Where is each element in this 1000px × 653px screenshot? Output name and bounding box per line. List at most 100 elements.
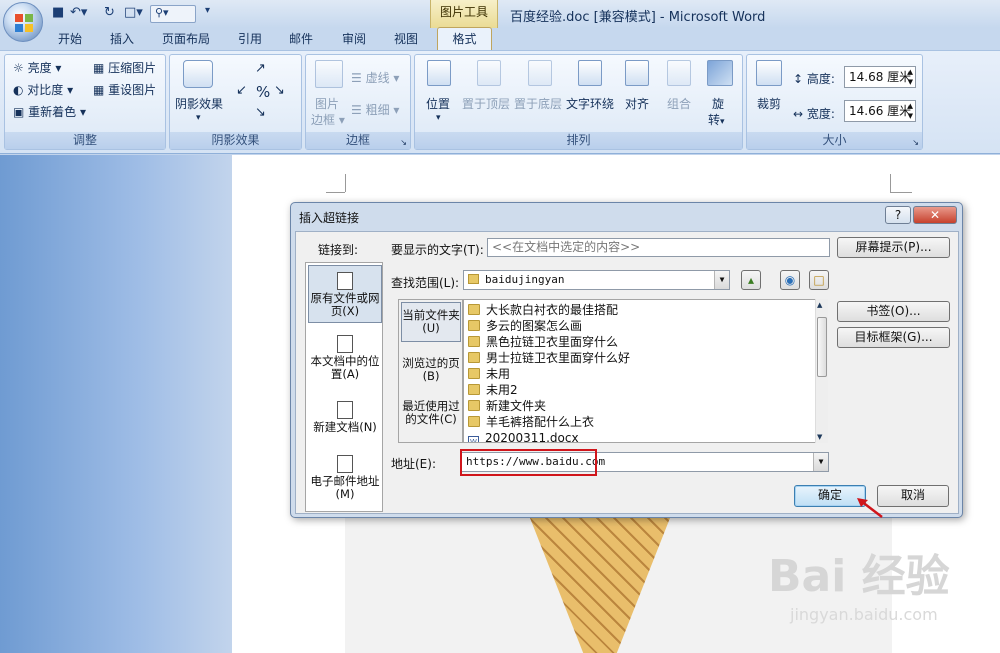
annotation-arrow-icon — [857, 498, 883, 518]
up-one-folder-icon[interactable]: ▴ — [741, 270, 761, 290]
crop-icon[interactable] — [756, 60, 782, 86]
screen-tip-button[interactable]: 屏幕提示(P)... — [837, 237, 950, 258]
redo-icon[interactable]: ↻ — [104, 5, 115, 23]
tab-mailings[interactable]: 邮件 — [289, 30, 313, 50]
dialog-launcher-icon[interactable]: ↘ — [400, 138, 407, 147]
recent-files-button[interactable]: 最近使用过的文件(C) — [401, 400, 461, 426]
address-dropdown-icon[interactable]: ▼ — [813, 453, 828, 471]
tab-row — [0, 28, 1000, 50]
list-item[interactable]: 多云的图案怎么画 — [468, 318, 582, 334]
crop-button[interactable]: 裁剪 — [757, 95, 781, 112]
scroll-down-icon[interactable]: ▼ — [817, 433, 822, 441]
text-to-display-field[interactable]: <<在文档中选定的内容>> — [487, 238, 830, 257]
tab-format[interactable]: 格式 — [437, 27, 492, 51]
list-item[interactable]: 黑色拉链卫衣里面穿什么 — [468, 334, 618, 350]
reset-picture-button[interactable]: ▦ 重设图片 — [93, 81, 156, 98]
bring-to-front-button[interactable]: 置于顶层 — [462, 95, 510, 112]
list-item[interactable]: 新建文件夹 — [468, 398, 546, 414]
group-label-shadow: 阴影效果 — [170, 132, 301, 149]
look-in-dropdown-icon[interactable]: ▼ — [714, 271, 729, 289]
height-field[interactable]: 14.68 厘米 ▲ ▼ — [844, 66, 916, 88]
compress-pictures-button[interactable]: ▦ 压缩图片 — [93, 59, 156, 76]
save-icon[interactable]: ■ — [52, 5, 64, 23]
list-item[interactable]: 大长款白衬衣的最佳搭配 — [468, 302, 618, 318]
text-wrapping-icon[interactable] — [578, 60, 602, 86]
picture-border-button[interactable]: 边框 ▾ — [311, 111, 345, 128]
tab-insert[interactable]: 插入 — [110, 30, 134, 50]
picture-border-icon[interactable] — [315, 60, 343, 88]
link-to-place-in-document[interactable]: 本文档中的位置(A) — [308, 335, 382, 381]
tab-references[interactable]: 引用 — [238, 30, 262, 50]
browsed-pages-button[interactable]: 浏览过的页(B) — [401, 357, 461, 383]
nudge-left-icon[interactable]: ↙ — [236, 83, 247, 98]
email-address-icon — [337, 455, 353, 473]
new-document-icon — [337, 401, 353, 419]
recolor-button[interactable]: ▣ 重新着色 ▾ — [13, 103, 86, 120]
bookmark-button[interactable]: 书签(O)... — [837, 301, 950, 322]
shadow-effects-dropdown-icon[interactable]: ▾ — [196, 113, 201, 123]
cancel-button[interactable]: 取消 — [877, 485, 949, 507]
browse-web-icon[interactable]: ◉ — [780, 270, 800, 290]
scroll-up-icon[interactable]: ▲ — [817, 301, 822, 309]
scroll-thumb[interactable] — [817, 317, 827, 377]
new-doc-icon[interactable]: □▾ — [124, 5, 143, 23]
brightness-button[interactable]: ☼ 亮度 ▾ — [13, 59, 61, 76]
shadow-toggle-icon[interactable]: % — [256, 83, 270, 101]
file-list-scrollbar[interactable]: ▲ ▼ — [815, 299, 828, 443]
current-folder-button[interactable]: 当前文件夹(U) — [401, 302, 461, 342]
shadow-effects-icon[interactable] — [183, 60, 213, 88]
link-to-label: 链接到: — [318, 243, 359, 257]
link-to-existing-file[interactable]: 原有文件或网页(X) — [308, 265, 382, 323]
contrast-button[interactable]: ◐ 对比度 ▾ — [13, 81, 73, 98]
list-item[interactable]: W 20200311.docx — [468, 430, 579, 442]
nudge-down-icon[interactable]: ↘ — [255, 105, 266, 120]
list-item[interactable]: 男士拉链卫衣里面穿什么好 — [468, 350, 630, 366]
width-spinner-icon[interactable]: ▲ ▼ — [908, 101, 913, 121]
nudge-up-icon[interactable]: ↗ — [255, 61, 266, 76]
dashes-button[interactable]: ☰ 虚线 ▾ — [351, 69, 399, 86]
tab-page-layout[interactable]: 页面布局 — [162, 30, 210, 50]
group-objects-icon[interactable] — [667, 60, 691, 86]
print-preview-icon[interactable]: ⚲▾ — [150, 5, 196, 23]
group-objects-button[interactable]: 组合 — [667, 95, 691, 112]
undo-icon[interactable]: ↶▾ — [70, 5, 87, 23]
look-in-select[interactable]: baidujingyan ▼ — [463, 270, 730, 290]
list-item[interactable]: 未用2 — [468, 382, 518, 398]
width-label: ↔ 宽度: — [793, 107, 835, 121]
target-frame-button[interactable]: 目标框架(G)... — [837, 327, 950, 348]
align-icon[interactable] — [625, 60, 649, 86]
list-item[interactable]: 未用 — [468, 366, 510, 382]
rotate-button[interactable]: 转▾ — [708, 111, 725, 128]
link-to-new-document[interactable]: 新建文档(N) — [308, 401, 382, 434]
office-button[interactable] — [3, 2, 43, 42]
size-dialog-launcher-icon[interactable]: ↘ — [912, 138, 919, 147]
list-item[interactable]: 羊毛裤搭配什么上衣 — [468, 414, 594, 430]
rotate-icon[interactable] — [707, 60, 733, 86]
position-button[interactable]: 位置 — [426, 95, 450, 112]
nudge-right-icon[interactable]: ↘ — [274, 83, 285, 98]
position-dropdown-icon[interactable]: ▾ — [436, 113, 441, 123]
qat-customize-icon[interactable]: ▾ — [205, 5, 210, 23]
browse-file-icon[interactable]: □ — [809, 270, 829, 290]
look-in-label: 查找范围(L): — [391, 276, 460, 290]
weight-button[interactable]: ☰ 粗细 ▾ — [351, 101, 399, 118]
window-title: 百度经验.doc [兼容模式] - Microsoft Word — [510, 10, 766, 25]
close-icon[interactable]: ✕ — [913, 206, 957, 224]
help-icon[interactable]: ? — [885, 206, 911, 224]
width-field[interactable]: 14.66 厘米 ▲ ▼ — [844, 100, 916, 122]
group-shadow: 阴影效果 ▾ ↗ ↙ % ↘ ↘ 阴影效果 — [169, 54, 302, 150]
position-icon[interactable] — [427, 60, 451, 86]
address-label: 地址(E): — [391, 457, 436, 471]
bring-to-front-icon[interactable] — [477, 60, 501, 86]
send-to-back-icon[interactable] — [528, 60, 552, 86]
tab-review[interactable]: 审阅 — [342, 30, 366, 50]
height-spinner-icon[interactable]: ▲ ▼ — [908, 67, 913, 87]
text-wrapping-button[interactable]: 文字环绕 — [566, 95, 614, 112]
tab-home[interactable]: 开始 — [58, 30, 82, 50]
tab-view[interactable]: 视图 — [394, 30, 418, 50]
link-to-email-address[interactable]: 电子邮件地址(M) — [308, 455, 382, 501]
align-button[interactable]: 对齐 — [625, 95, 649, 112]
crop-mark-left — [345, 174, 346, 192]
send-to-back-button[interactable]: 置于底层 — [514, 95, 562, 112]
shadow-effects-button[interactable]: 阴影效果 — [175, 95, 223, 112]
